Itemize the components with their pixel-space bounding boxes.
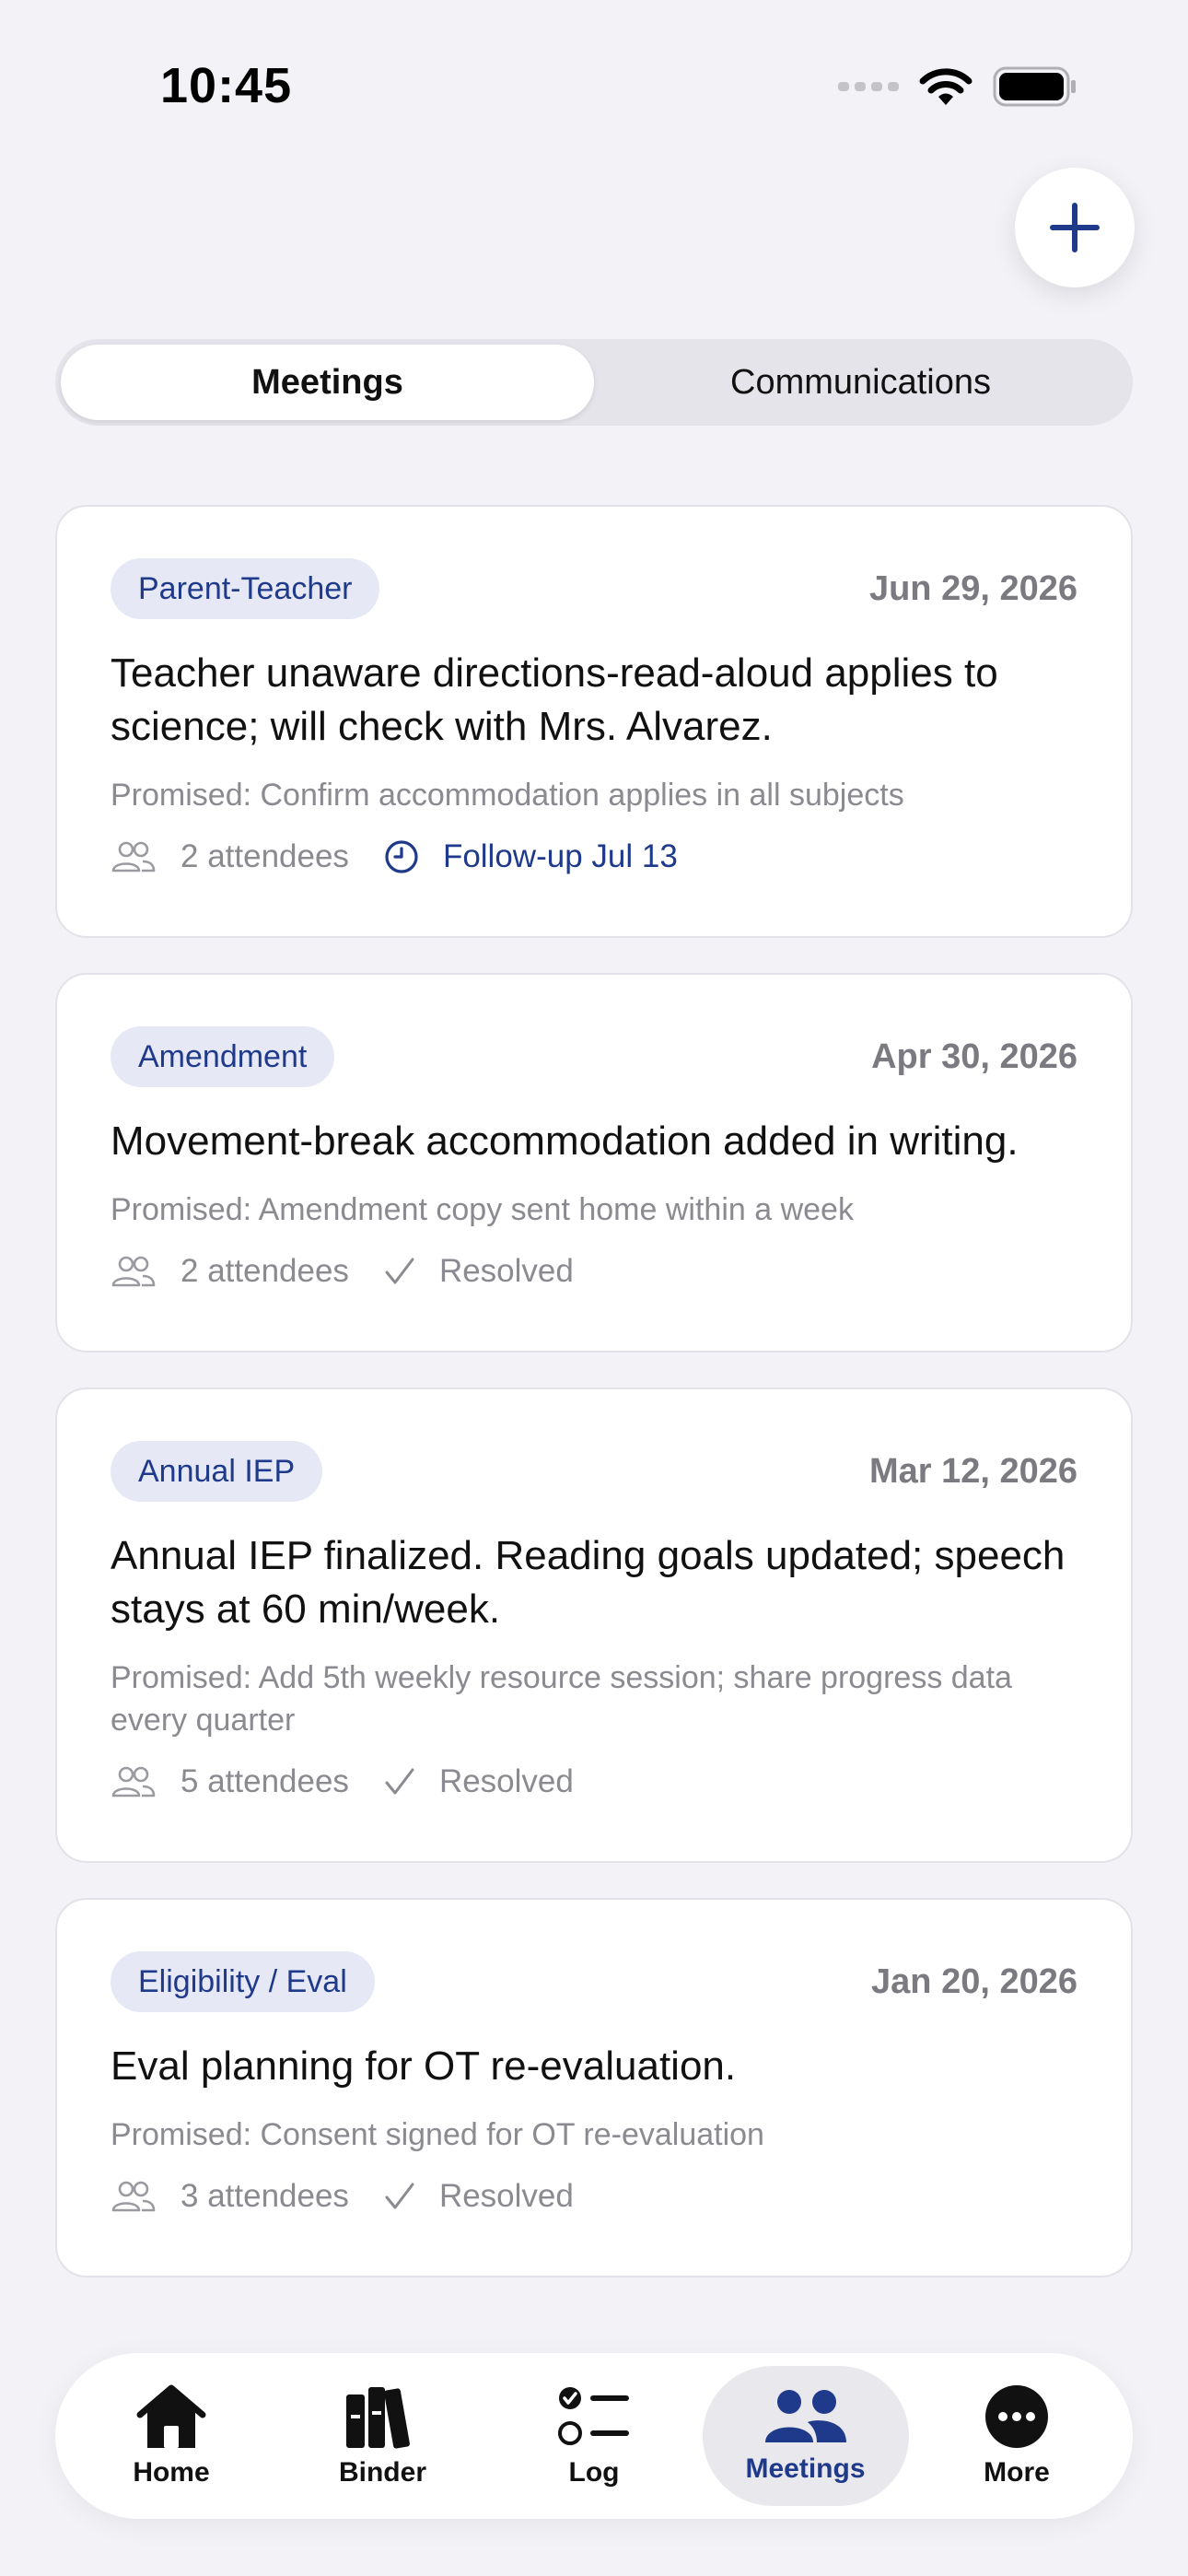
meeting-promised: Promised: Add 5th weekly resource sessio… <box>111 1660 1012 1738</box>
meeting-date: Apr 30, 2026 <box>871 1036 1077 1076</box>
resolved-status: Resolved <box>438 2178 574 2214</box>
meeting-summary: Eval planning for OT re-evaluation. <box>111 2043 737 2089</box>
people-icon <box>111 841 156 872</box>
followup-status: Follow-up Jul 13 <box>442 838 678 874</box>
tab-more[interactable]: More <box>914 2366 1120 2506</box>
checkmark-icon <box>385 1258 414 1284</box>
meeting-card[interactable]: Annual IEP Mar 12, 2026 Annual IEP final… <box>55 1388 1133 1863</box>
tab-label: Home <box>133 2457 210 2488</box>
meeting-date: Mar 12, 2026 <box>868 1451 1077 1491</box>
tab-bar: Home Binder Log Meetings More <box>55 2353 1133 2519</box>
meeting-type-badge: Annual IEP <box>111 1441 323 1502</box>
tab-label: Log <box>568 2457 620 2488</box>
cellular-signal-icon <box>838 82 899 91</box>
checklist-icon <box>558 2387 629 2445</box>
status-time: 10:45 <box>160 58 293 113</box>
house-icon <box>136 2384 206 2448</box>
tab-log[interactable]: Log <box>491 2366 697 2506</box>
attendee-count: 2 attendees <box>181 838 349 874</box>
resolved-status: Resolved <box>438 1763 574 1799</box>
meeting-card[interactable]: Parent-Teacher Jun 29, 2026 Teacher unaw… <box>55 505 1133 938</box>
add-meeting-button[interactable] <box>1015 168 1135 287</box>
plus-icon <box>1050 203 1100 252</box>
checkmark-icon <box>385 1768 414 1795</box>
status-icons <box>838 66 1077 107</box>
books-icon <box>345 2387 410 2449</box>
people-icon <box>111 1766 156 1797</box>
tab-binder[interactable]: Binder <box>280 2366 486 2506</box>
meeting-date: Jan 20, 2026 <box>871 1961 1077 2001</box>
status-bar: 10:45 <box>0 0 1188 175</box>
meeting-summary: Annual IEP finalized. Reading goals upda… <box>111 1533 1066 1632</box>
meetings-list: Parent-Teacher Jun 29, 2026 Teacher unaw… <box>55 505 1133 2313</box>
clock-icon <box>385 840 418 873</box>
meeting-promised: Promised: Amendment copy sent home withi… <box>111 1192 854 1227</box>
tab-label: Meetings <box>745 2453 866 2484</box>
meeting-summary: Movement-break accommodation added in wr… <box>111 1118 1019 1164</box>
attendee-count: 3 attendees <box>181 2178 349 2214</box>
tab-label: More <box>984 2457 1050 2488</box>
people-icon <box>111 1256 156 1287</box>
meeting-type-badge: Eligibility / Eval <box>111 1951 375 2012</box>
meeting-card[interactable]: Amendment Apr 30, 2026 Movement-break ac… <box>55 973 1133 1352</box>
meeting-date: Jun 29, 2026 <box>868 568 1077 608</box>
attendee-count: 5 attendees <box>181 1763 349 1799</box>
tab-label: Binder <box>338 2457 426 2488</box>
meeting-promised: Promised: Consent signed for OT re-evalu… <box>111 2117 764 2152</box>
segment-meetings[interactable]: Meetings <box>61 345 594 420</box>
tab-home[interactable]: Home <box>68 2366 274 2506</box>
people-icon <box>111 2181 156 2212</box>
meeting-type-badge: Parent-Teacher <box>111 558 380 619</box>
meeting-summary: Teacher unaware directions-read-aloud ap… <box>111 650 998 749</box>
attendee-count: 2 attendees <box>181 1253 349 1289</box>
resolved-status: Resolved <box>438 1253 574 1289</box>
meeting-card[interactable]: Eligibility / Eval Jan 20, 2026 Eval pla… <box>55 1898 1133 2277</box>
tab-meetings[interactable]: Meetings <box>702 2366 909 2506</box>
checkmark-icon <box>385 2183 414 2209</box>
meeting-type-badge: Amendment <box>111 1026 335 1087</box>
battery-icon <box>993 66 1076 107</box>
ellipsis-icon <box>985 2385 1048 2448</box>
segment-communications[interactable]: Communications <box>594 345 1127 420</box>
wifi-icon <box>919 68 973 105</box>
meeting-promised: Promised: Confirm accommodation applies … <box>111 778 904 813</box>
people-icon <box>764 2390 846 2442</box>
segmented-control: Meetings Communications <box>55 339 1133 426</box>
